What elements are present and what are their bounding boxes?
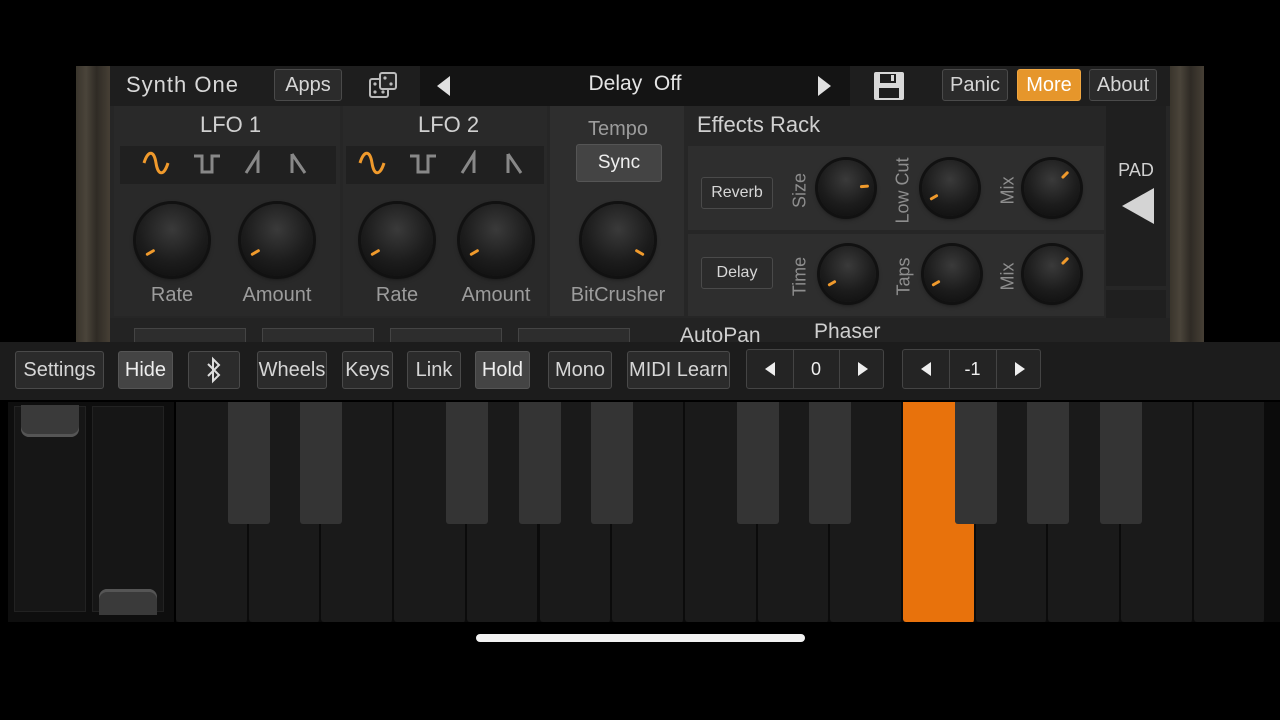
reverb-size-knob[interactable] (818, 160, 874, 216)
prev-preset-icon[interactable] (434, 74, 454, 98)
midi-learn-button[interactable]: MIDI Learn (627, 351, 730, 389)
saw-down-wave-icon[interactable] (504, 150, 526, 183)
mono-button[interactable]: Mono (548, 351, 612, 389)
reverb-button[interactable]: Reverb (701, 177, 773, 209)
delay-mix-label: Mix (997, 262, 1018, 291)
reverb-mix-label: Mix (997, 176, 1018, 205)
black-key[interactable] (227, 402, 270, 524)
saw-down-wave-icon[interactable] (288, 150, 310, 183)
size-label: Size (789, 173, 810, 209)
bitcrusher-knob[interactable] (582, 204, 654, 276)
more-button[interactable]: More (1017, 69, 1081, 101)
taps-label: Taps (893, 257, 914, 296)
home-indicator[interactable] (476, 634, 805, 642)
black-key[interactable] (736, 402, 779, 524)
effects-rack-title: Effects Rack (697, 112, 821, 137)
next-preset-icon[interactable] (814, 74, 834, 98)
keys-button[interactable]: Keys (342, 351, 393, 389)
delay-mix-knob[interactable] (1024, 246, 1080, 302)
transpose-stepper: -1 (902, 349, 1041, 389)
lfo1-rate-knob[interactable] (136, 204, 208, 276)
mod-wheel-handle[interactable] (99, 589, 157, 615)
lfo1-amount-knob[interactable] (241, 204, 313, 276)
octave-down-button[interactable] (747, 350, 794, 388)
reverb-lowcut-knob[interactable] (922, 160, 978, 216)
save-icon[interactable] (872, 70, 906, 102)
lower-row-strip: AutoPan Phaser (110, 318, 1170, 342)
delay-taps-knob[interactable] (924, 246, 980, 302)
transpose-up-button[interactable] (996, 350, 1043, 388)
black-key[interactable] (954, 402, 997, 524)
white-key[interactable] (1193, 402, 1267, 622)
transpose-down-button[interactable] (903, 350, 950, 388)
bluetooth-button[interactable] (188, 351, 240, 389)
preset-name[interactable]: Delay Off (540, 72, 730, 96)
lowcut-label: Low Cut (892, 157, 913, 224)
octave-up-button[interactable] (839, 350, 886, 388)
black-key[interactable] (1100, 402, 1143, 524)
sine-wave-icon[interactable] (357, 150, 387, 183)
lfo2-rate-knob[interactable] (361, 204, 433, 276)
pitch-wheel-handle[interactable] (21, 405, 79, 437)
apps-button[interactable]: Apps (274, 69, 342, 101)
about-button[interactable]: About (1089, 69, 1157, 101)
wheels-button[interactable]: Wheels (257, 351, 327, 389)
partial-button-3[interactable] (390, 328, 502, 342)
delay-button[interactable]: Delay (701, 257, 773, 289)
partial-button-2[interactable] (262, 328, 374, 342)
square-wave-icon[interactable] (192, 150, 222, 183)
mod-wheel[interactable] (92, 406, 164, 615)
hide-button[interactable]: Hide (118, 351, 173, 389)
reverb-mix-knob[interactable] (1024, 160, 1080, 216)
black-key[interactable] (300, 402, 343, 524)
triangle-right-icon (1015, 362, 1025, 376)
triangle-right-icon (858, 362, 868, 376)
saw-up-wave-icon[interactable] (459, 148, 481, 183)
time-label: Time (789, 256, 810, 297)
lfo2-amount-label: Amount (461, 284, 531, 306)
app-title: Synth One (126, 72, 239, 97)
black-key[interactable] (591, 402, 634, 524)
lfo2-amount-knob[interactable] (460, 204, 532, 276)
octave-stepper: 0 (746, 349, 884, 389)
partial-button-4[interactable] (518, 328, 630, 342)
delay-time-knob[interactable] (820, 246, 876, 302)
hold-button[interactable]: Hold (475, 351, 530, 389)
pad-arrow-icon[interactable] (1120, 186, 1156, 226)
pad-label: PAD (1118, 160, 1154, 180)
saw-up-wave-icon[interactable] (243, 148, 265, 183)
tempo-title: Tempo (587, 118, 649, 140)
triangle-left-icon (921, 362, 931, 376)
square-wave-icon[interactable] (408, 150, 438, 183)
black-key[interactable] (809, 402, 852, 524)
link-button[interactable]: Link (407, 351, 461, 389)
lfo2-title: LFO 2 (418, 112, 480, 137)
dice-icon[interactable] (367, 70, 399, 102)
black-key[interactable] (445, 402, 488, 524)
right-wood-panel (1170, 66, 1204, 342)
octave-value: 0 (810, 358, 821, 379)
bitcrusher-label: BitCrusher (570, 284, 666, 306)
phaser-label: Phaser (814, 320, 881, 342)
pitch-wheel[interactable] (14, 405, 86, 612)
lfo1-title: LFO 1 (200, 112, 262, 137)
partial-button-1[interactable] (134, 328, 246, 342)
transpose-value: -1 (964, 358, 981, 379)
left-wood-panel (76, 66, 110, 342)
autopan-label: AutoPan (680, 324, 761, 342)
sine-wave-icon[interactable] (141, 150, 171, 183)
black-key[interactable] (518, 402, 561, 524)
triangle-left-icon (765, 362, 775, 376)
settings-button[interactable]: Settings (15, 351, 104, 389)
black-key[interactable] (1027, 402, 1070, 524)
lfo1-rate-label: Rate (150, 284, 194, 306)
lfo2-rate-label: Rate (375, 284, 419, 306)
bluetooth-icon (207, 356, 221, 384)
lfo1-amount-label: Amount (242, 284, 312, 306)
panic-button[interactable]: Panic (942, 69, 1008, 101)
sync-button[interactable]: Sync (576, 144, 662, 182)
